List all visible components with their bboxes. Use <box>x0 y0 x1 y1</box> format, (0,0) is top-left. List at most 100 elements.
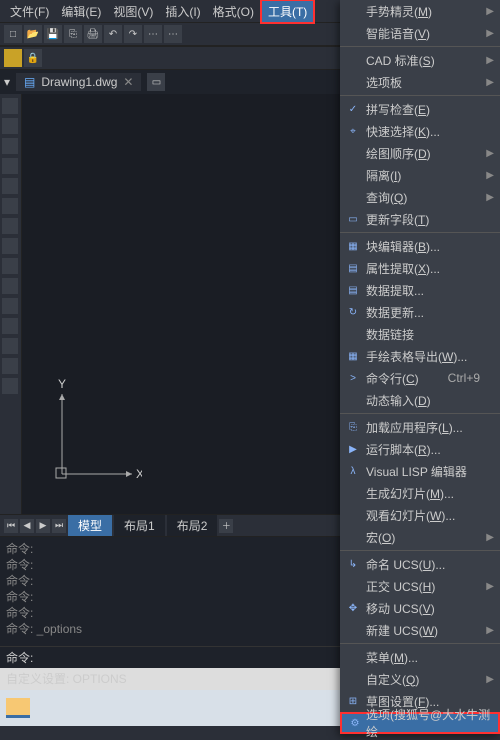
layout-tab-1[interactable]: 布局1 <box>114 515 165 536</box>
submenu-arrow-icon: ▶ <box>486 6 494 17</box>
menu-item[interactable]: ↻数据更新... <box>340 301 500 323</box>
menu-label: 正交 UCS(H) <box>366 578 435 595</box>
tool-polyline[interactable] <box>2 118 18 134</box>
ucs-axis: X Y <box>52 374 142 484</box>
submenu-arrow-icon: ▶ <box>486 581 494 592</box>
menu-item[interactable]: 绘图顺序(D)▶ <box>340 142 500 164</box>
submenu-arrow-icon: ▶ <box>486 55 494 66</box>
menu-label: 加载应用程序(L)... <box>366 419 463 436</box>
menu-label: 智能语音(V) <box>366 25 430 42</box>
menu-4[interactable]: 格式(O) <box>207 1 260 22</box>
tool-more1[interactable]: ⋯ <box>144 25 162 43</box>
layer-lock-icon[interactable]: 🔒 <box>24 49 42 67</box>
tool-block[interactable] <box>2 358 18 374</box>
tool-ellipse[interactable] <box>2 238 18 254</box>
menu-item[interactable]: ▶运行脚本(R)... <box>340 438 500 460</box>
tool-cloud[interactable] <box>2 198 18 214</box>
menu-label: 选项板 <box>366 74 402 91</box>
menu-item[interactable]: ✥移动 UCS(V) <box>340 597 500 619</box>
tool-save[interactable]: 💾 <box>44 25 62 43</box>
menu-item[interactable]: ▤数据提取... <box>340 279 500 301</box>
dwg-icon: ▤ <box>24 75 35 89</box>
tool-point[interactable] <box>2 338 18 354</box>
menu-item[interactable]: λVisual LISP 编辑器 <box>340 460 500 482</box>
tool-dim[interactable] <box>2 298 18 314</box>
layout-tab-model[interactable]: 模型 <box>68 515 112 536</box>
menu-item[interactable]: 生成幻灯片(M)... <box>340 482 500 504</box>
tool-hatch[interactable] <box>2 258 18 274</box>
tool-redo[interactable]: ↷ <box>124 25 142 43</box>
file-tab-label: Drawing1.dwg <box>41 75 117 89</box>
tools-menu-dropdown: 手势精灵(M)▶智能语音(V)▶CAD 标准(S)▶选项板▶✓拼写检查(E)⌖快… <box>340 0 500 734</box>
layout-add-icon[interactable]: ＋ <box>219 519 233 533</box>
menu-item[interactable]: ▤属性提取(X)... <box>340 257 500 279</box>
tool-copy[interactable]: ⎘ <box>64 25 82 43</box>
menu-item[interactable]: 动态输入(D) <box>340 389 500 411</box>
new-tab-button[interactable]: ▭ <box>147 73 165 91</box>
menu-item[interactable]: 新建 UCS(W)▶ <box>340 619 500 641</box>
menu-label: 命名 UCS(U)... <box>366 556 445 573</box>
menu-label: 运行脚本(R)... <box>366 441 441 458</box>
menu-item[interactable]: 隔离(I)▶ <box>340 164 500 186</box>
tab-first-icon[interactable]: ⏮ <box>4 519 18 533</box>
menu-item[interactable]: 菜单(M)... <box>340 646 500 668</box>
menu-label: 观看幻灯片(W)... <box>366 507 455 524</box>
menu-icon: ▦ <box>346 239 360 253</box>
tab-last-icon[interactable]: ⏭ <box>52 519 66 533</box>
tool-undo[interactable]: ↶ <box>104 25 122 43</box>
menu-item[interactable]: ↳命名 UCS(U)... <box>340 553 500 575</box>
tool-print[interactable]: 🖨 <box>84 25 102 43</box>
menu-item[interactable]: ▦块编辑器(B)... <box>340 235 500 257</box>
tab-next-icon[interactable]: ▶ <box>36 519 50 533</box>
menu-item[interactable]: ▦ 手绘表格导出(W)... <box>340 345 500 367</box>
menu-item[interactable]: 宏(O)▶ <box>340 526 500 548</box>
menu-item[interactable]: ⎘加载应用程序(L)... <box>340 416 500 438</box>
tab-chevron-icon[interactable]: ▾ <box>4 75 10 89</box>
layer-color[interactable] <box>4 49 22 67</box>
menu-item[interactable]: 选项板 ▶ <box>340 71 500 93</box>
menu-label: 手绘表格导出(W)... <box>366 348 467 365</box>
layout-tab-2[interactable]: 布局2 <box>167 515 218 536</box>
menu-item[interactable]: CAD 标准(S)▶ <box>340 49 500 71</box>
menu-item[interactable]: ▭更新字段(T) <box>340 208 500 230</box>
tool-table[interactable] <box>2 318 18 334</box>
menu-label: 数据提取... <box>366 282 424 299</box>
submenu-arrow-icon: ▶ <box>486 77 494 88</box>
menu-label: 自定义(Q) <box>366 671 419 688</box>
menu-item[interactable]: ⌖快速选择(K)... <box>340 120 500 142</box>
tool-text[interactable] <box>2 278 18 294</box>
tool-arc[interactable] <box>2 158 18 174</box>
command-prompt: 命令: <box>6 649 33 666</box>
tool-rect[interactable] <box>2 178 18 194</box>
menu-item[interactable]: 自定义(Q)▶ <box>340 668 500 690</box>
tool-open[interactable]: 📂 <box>24 25 42 43</box>
menu-3[interactable]: 插入(I) <box>159 1 206 22</box>
left-tool-palette <box>0 94 22 514</box>
tool-more2[interactable]: ⋯ <box>164 25 182 43</box>
menu-item[interactable]: >命令行(C)Ctrl+9 <box>340 367 500 389</box>
menu-item[interactable]: 观看幻灯片(W)... <box>340 504 500 526</box>
tool-line[interactable] <box>2 98 18 114</box>
menu-2[interactable]: 视图(V) <box>107 1 159 22</box>
menu-0[interactable]: 文件(F) <box>4 1 55 22</box>
tool-more[interactable] <box>2 378 18 394</box>
menu-icon: ▦ <box>346 349 360 363</box>
tool-circle[interactable] <box>2 138 18 154</box>
menu-item[interactable]: 数据链接 <box>340 323 500 345</box>
tool-new[interactable]: □ <box>4 25 22 43</box>
menu-item[interactable]: 智能语音(V)▶ <box>340 22 500 44</box>
explorer-icon[interactable] <box>6 698 30 718</box>
tab-prev-icon[interactable]: ◀ <box>20 519 34 533</box>
close-icon[interactable]: ✕ <box>123 75 133 89</box>
submenu-arrow-icon: ▶ <box>486 625 494 636</box>
menu-item[interactable]: 手势精灵(M)▶ <box>340 0 500 22</box>
menu-item[interactable]: ⚙选项(搜狐号@大水牛测绘 <box>340 712 500 734</box>
menu-5[interactable]: 工具(T) <box>260 0 315 24</box>
menu-item[interactable]: 正交 UCS(H) ▶ <box>340 575 500 597</box>
file-tab[interactable]: ▤ Drawing1.dwg ✕ <box>16 73 141 91</box>
menu-item[interactable]: 查询(Q)▶ <box>340 186 500 208</box>
menu-item[interactable]: ✓拼写检查(E) <box>340 98 500 120</box>
menu-icon: ✓ <box>346 102 360 116</box>
tool-spline[interactable] <box>2 218 18 234</box>
menu-1[interactable]: 编辑(E) <box>55 1 107 22</box>
